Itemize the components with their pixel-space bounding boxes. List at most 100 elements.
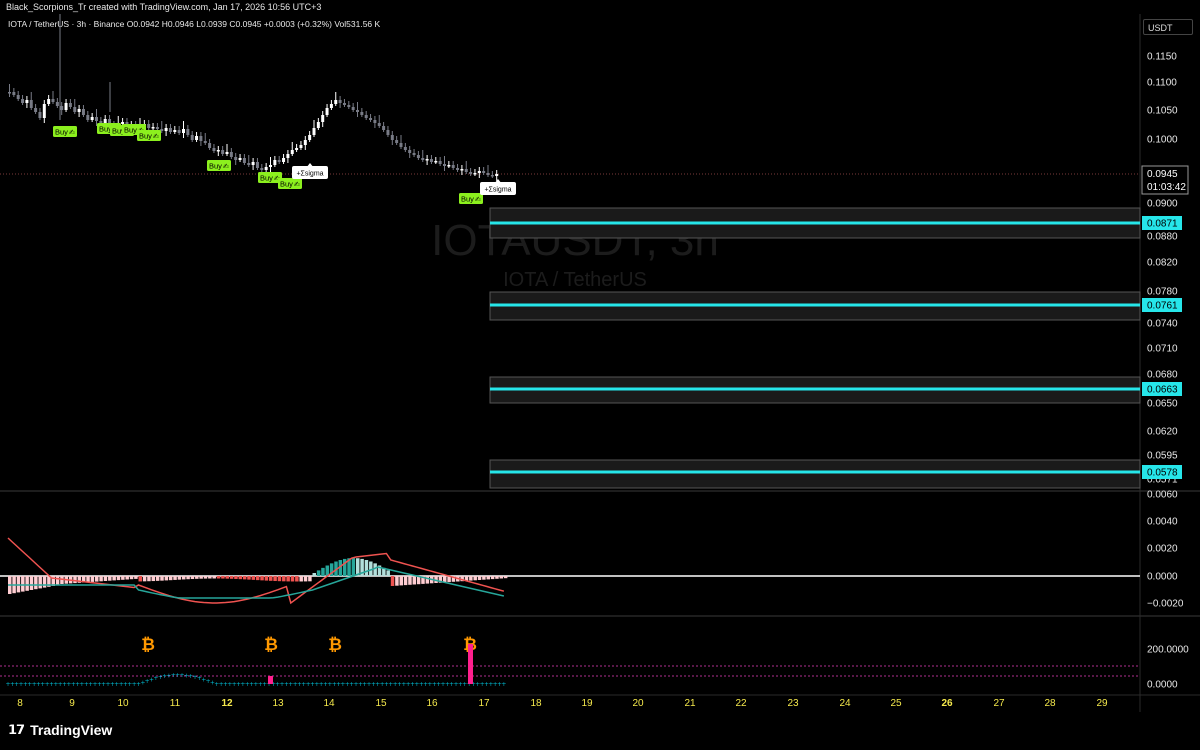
candle-body <box>434 161 438 163</box>
svg-text:Buy: Buy <box>280 180 293 189</box>
pane3-axis[interactable]: 200.0000 0.0000 <box>1147 645 1189 691</box>
candle-body <box>199 136 203 141</box>
candle-body <box>221 150 225 154</box>
candle-body <box>416 155 420 158</box>
level-label-4-text: 0.0578 <box>1147 468 1178 479</box>
svg-text:✍: ✍ <box>293 181 300 189</box>
candle-body <box>229 152 233 157</box>
candle-body <box>482 171 486 173</box>
candle-body <box>382 126 386 130</box>
macd-histogram-bar <box>199 576 203 579</box>
buy-signal: Buy✍ <box>207 160 231 171</box>
macd-histogram-bar <box>138 576 142 582</box>
candle-body <box>447 165 451 167</box>
macd-histogram-bar <box>190 576 195 580</box>
candle-body <box>421 158 425 160</box>
chart-canvas[interactable]: IOTAUSDT, 3h IOTA / TetherUS Buy✍Buy✍Buy… <box>0 0 1200 712</box>
tradingview-logo[interactable]: 𝟭𝟳 TradingView <box>8 722 112 738</box>
time-tick-label: 27 <box>993 698 1005 709</box>
macd-histogram-bar <box>177 576 182 580</box>
sigma-label-1-text: +Σsigma <box>296 171 323 178</box>
time-tick-label: 26 <box>941 698 953 709</box>
candle-body <box>238 158 242 160</box>
candle-body <box>495 174 499 176</box>
candle-body <box>403 147 407 150</box>
candle-body <box>25 100 29 103</box>
macd-histogram-bar <box>182 576 186 580</box>
macd-histogram-bar <box>134 576 138 579</box>
price-tick-label: 0.1050 <box>1147 106 1178 117</box>
level-label-1: 0.0871 <box>1142 216 1182 230</box>
price-tick-label: 0.1000 <box>1147 135 1178 146</box>
spike-bar-1 <box>268 676 273 684</box>
macd-histogram-bar <box>247 576 251 580</box>
macd-axis[interactable]: 0.0060 0.0040 0.0020 0.0000 −0.0020 <box>1147 490 1184 610</box>
candle-body <box>234 157 238 160</box>
candle-body <box>312 128 316 135</box>
candle-body <box>16 95 20 99</box>
candlestick-series[interactable] <box>8 14 499 181</box>
candle-body <box>60 106 64 110</box>
macd-histogram-bar <box>303 576 308 582</box>
price-tick-label: 0.1150 <box>1147 52 1177 63</box>
macd-tick-label: 0.0020 <box>1147 544 1178 555</box>
macd-histogram-bar <box>90 576 95 582</box>
macd-histogram-bar <box>486 576 490 580</box>
macd-histogram-bar <box>499 576 504 579</box>
candle-body <box>469 172 473 174</box>
candle-body <box>473 173 477 175</box>
candle-body <box>299 145 303 148</box>
tv-brand-text: TradingView <box>30 722 113 738</box>
level-zone-4[interactable] <box>489 459 1141 489</box>
candle-body <box>412 153 416 155</box>
time-tick-label: 22 <box>735 698 747 709</box>
candle-body <box>425 159 429 161</box>
time-tick-label: 28 <box>1044 698 1056 709</box>
macd-histogram-bar <box>173 576 177 580</box>
macd-histogram-bar <box>469 576 473 581</box>
macd-tick-label: −0.0020 <box>1147 599 1184 610</box>
candle-body <box>86 115 90 120</box>
candle-body <box>477 171 481 173</box>
candle-body <box>325 108 329 115</box>
macd-histogram-bar <box>55 576 60 586</box>
macd-histogram-bar <box>473 576 477 581</box>
macd-histogram-bar <box>273 576 277 582</box>
sigma-label-2: +Σsigma <box>480 179 516 195</box>
macd-line[interactable] <box>7 537 505 605</box>
time-tick-label: 10 <box>117 698 129 709</box>
time-tick-label: 11 <box>170 698 181 709</box>
candle-body <box>190 135 194 140</box>
candle-body <box>390 135 394 140</box>
bitcoin-icon: ₿ <box>328 635 342 655</box>
macd-histogram-bar <box>490 576 495 580</box>
candle-body <box>351 107 355 110</box>
macd-histogram-bar <box>221 576 225 579</box>
price-axis[interactable]: 0.1150 0.1100 0.1050 0.1000 0.0900 0.0880 0.08… <box>1147 52 1178 486</box>
price-tick-label: 0.0820 <box>1147 258 1178 269</box>
level-label-2-text: 0.0761 <box>1147 301 1178 312</box>
macd-histogram-bar <box>203 576 208 579</box>
time-axis[interactable]: 8 9 10 11 12 13 14 15 16 17 18 19 20 21 22 23 24 25 26 27 28… <box>17 698 1108 709</box>
macd-histogram[interactable] <box>8 558 508 594</box>
macd-histogram-bar <box>86 576 90 583</box>
macd-histogram-bar <box>425 576 430 584</box>
svg-text:Buy: Buy <box>55 128 68 137</box>
current-price-value: 0.0945 <box>1147 169 1178 180</box>
candle-body <box>364 115 368 118</box>
macd-histogram-bar <box>238 576 243 580</box>
time-tick-label: 16 <box>426 698 438 709</box>
price-tick-label: 0.0620 <box>1147 427 1178 438</box>
price-tick-label: 0.0595 <box>1147 451 1178 462</box>
svg-text:Buy: Buy <box>260 174 273 183</box>
time-tick-label: 8 <box>17 698 23 709</box>
macd-tick-label: 0.0040 <box>1147 517 1178 528</box>
candle-body <box>177 130 181 133</box>
candle-body <box>73 107 77 112</box>
candle-body <box>295 148 299 150</box>
macd-histogram-bar <box>16 576 21 593</box>
tv-logo-icon: 𝟭𝟳 <box>8 722 25 737</box>
svg-text:Buy: Buy <box>124 126 137 135</box>
candle-body <box>282 158 286 162</box>
macd-histogram-bar <box>299 576 303 582</box>
